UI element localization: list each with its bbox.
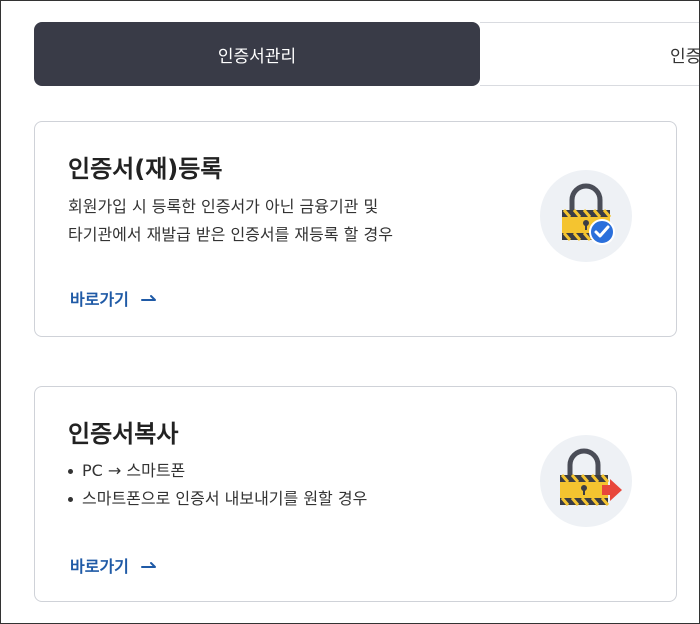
bullet-text: 스마트폰으로 인증서 내보내기를 원할 경우 <box>82 489 368 508</box>
bullet-item: 스마트폰으로 인증서 내보내기를 원할 경우 <box>68 485 367 513</box>
bullet-dot <box>68 468 73 474</box>
card-certificate-copy: 인증서복사 PC → 스마트폰 스마트폰으로 인증서 내보내기를 원할 경우 바… <box>34 386 677 602</box>
go-link-label: 바로가기 <box>70 290 129 309</box>
bullet-text: PC → 스마트폰 <box>82 461 186 480</box>
card-title: 인증서복사 <box>68 420 179 448</box>
card-bullets: PC → 스마트폰 스마트폰으로 인증서 내보내기를 원할 경우 <box>68 457 367 513</box>
description-line: 타기관에서 재발급 받은 인증서를 재등록 할 경우 <box>68 225 393 244</box>
tab-second[interactable]: 인증 <box>480 22 700 86</box>
arrow-right-icon <box>140 562 156 568</box>
go-link-register[interactable]: 바로가기 <box>70 286 157 310</box>
card-description: 회원가입 시 등록한 인증서가 아닌 금융기관 및 타기관에서 재발급 받은 인… <box>68 193 393 249</box>
card-certificate-register: 인증서(재)등록 회원가입 시 등록한 인증서가 아닌 금융기관 및 타기관에서… <box>34 121 677 337</box>
lock-check-icon <box>540 170 632 262</box>
lock-arrow-icon <box>540 435 632 527</box>
tab-certificate-management[interactable]: 인증서관리 <box>34 22 480 86</box>
arrow-right-icon <box>140 295 156 301</box>
card-title: 인증서(재)등록 <box>68 155 223 183</box>
go-link-copy[interactable]: 바로가기 <box>70 553 157 577</box>
tab-bar: 인증서관리 인증 <box>34 22 700 86</box>
bullet-dot <box>68 496 73 502</box>
description-line: 회원가입 시 등록한 인증서가 아닌 금융기관 및 <box>68 197 379 216</box>
bullet-item: PC → 스마트폰 <box>68 457 367 485</box>
go-link-label: 바로가기 <box>70 557 129 576</box>
